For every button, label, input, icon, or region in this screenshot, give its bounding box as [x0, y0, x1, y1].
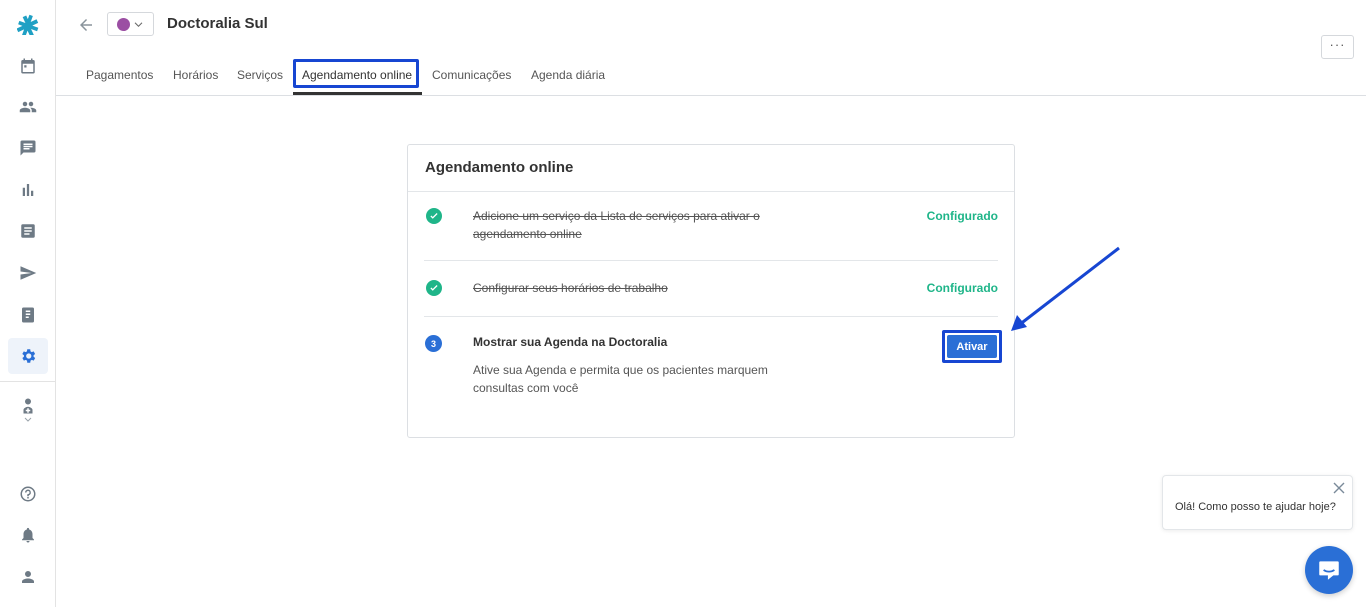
step-1-status: Configurado — [926, 209, 998, 223]
back-arrow-icon[interactable] — [75, 14, 97, 36]
card-title: Agendamento online — [425, 159, 574, 176]
row-divider — [424, 316, 998, 317]
messages-icon[interactable] — [8, 130, 48, 166]
chat-icon — [1319, 561, 1339, 580]
tab-comunicacoes[interactable]: Comunicações — [432, 68, 511, 82]
page-title: Doctoralia Sul — [167, 15, 268, 32]
tab-agenda-diaria[interactable]: Agenda diária — [531, 68, 605, 82]
bell-icon[interactable] — [8, 517, 48, 553]
calendar-color-select[interactable] — [107, 12, 154, 36]
settings-icon[interactable] — [8, 338, 48, 374]
user-icon[interactable] — [8, 559, 48, 595]
calendar-icon[interactable] — [8, 48, 48, 84]
close-icon[interactable] — [1333, 482, 1345, 494]
chevron-down-icon[interactable] — [23, 416, 33, 424]
ativar-button[interactable]: Ativar — [947, 335, 997, 358]
annotation-arrow-icon — [1011, 246, 1120, 331]
list-icon[interactable] — [8, 213, 48, 249]
sidebar-divider — [0, 381, 56, 382]
ativar-highlight-annotation: Ativar — [942, 330, 1002, 363]
calendar-color-dot — [117, 17, 130, 31]
step-3-description: Ative sua Agenda e permita que os pacien… — [473, 363, 768, 395]
chat-launcher-button[interactable] — [1305, 546, 1353, 594]
chevron-down-icon — [134, 21, 143, 27]
step-3-title: Mostrar sua Agenda na Doctoralia — [473, 335, 668, 349]
check-icon — [426, 280, 442, 296]
step-3-number-badge: 3 — [425, 335, 442, 352]
step-2-text: Configurar seus horários de trabalho — [473, 281, 668, 295]
logo-icon[interactable] — [8, 6, 48, 42]
tab-pagamentos[interactable]: Pagamentos — [86, 68, 153, 82]
tab-horarios[interactable]: Horários — [173, 68, 218, 82]
active-tab-indicator — [293, 92, 422, 95]
step-1-text: Adicione um serviço da Lista de serviços… — [473, 209, 760, 241]
card-divider — [408, 191, 1014, 192]
notebook-icon[interactable] — [8, 297, 48, 333]
chat-greeting-bubble[interactable]: Olá! Como posso te ajudar hoje? — [1162, 475, 1353, 530]
check-icon — [426, 208, 442, 224]
step-2-status: Configurado — [926, 281, 998, 295]
help-icon[interactable] — [8, 476, 48, 512]
tab-agendamento-online[interactable]: Agendamento online — [302, 68, 412, 82]
patients-icon[interactable] — [8, 89, 48, 125]
tab-servicos[interactable]: Serviços — [237, 68, 283, 82]
app-window: Doctoralia Sul ··· Pagamentos Horários S… — [0, 0, 1366, 607]
chat-message: Olá! Como posso te ajudar hoje? — [1175, 501, 1336, 513]
online-booking-card: Agendamento online Adicione um serviço d… — [407, 144, 1015, 438]
sidebar — [0, 0, 56, 607]
send-icon[interactable] — [8, 255, 48, 291]
tab-bar: Pagamentos Horários Serviços Agendamento… — [56, 58, 1366, 96]
more-options-button[interactable]: ··· — [1321, 35, 1354, 59]
row-divider — [424, 260, 998, 261]
stats-icon[interactable] — [8, 172, 48, 208]
